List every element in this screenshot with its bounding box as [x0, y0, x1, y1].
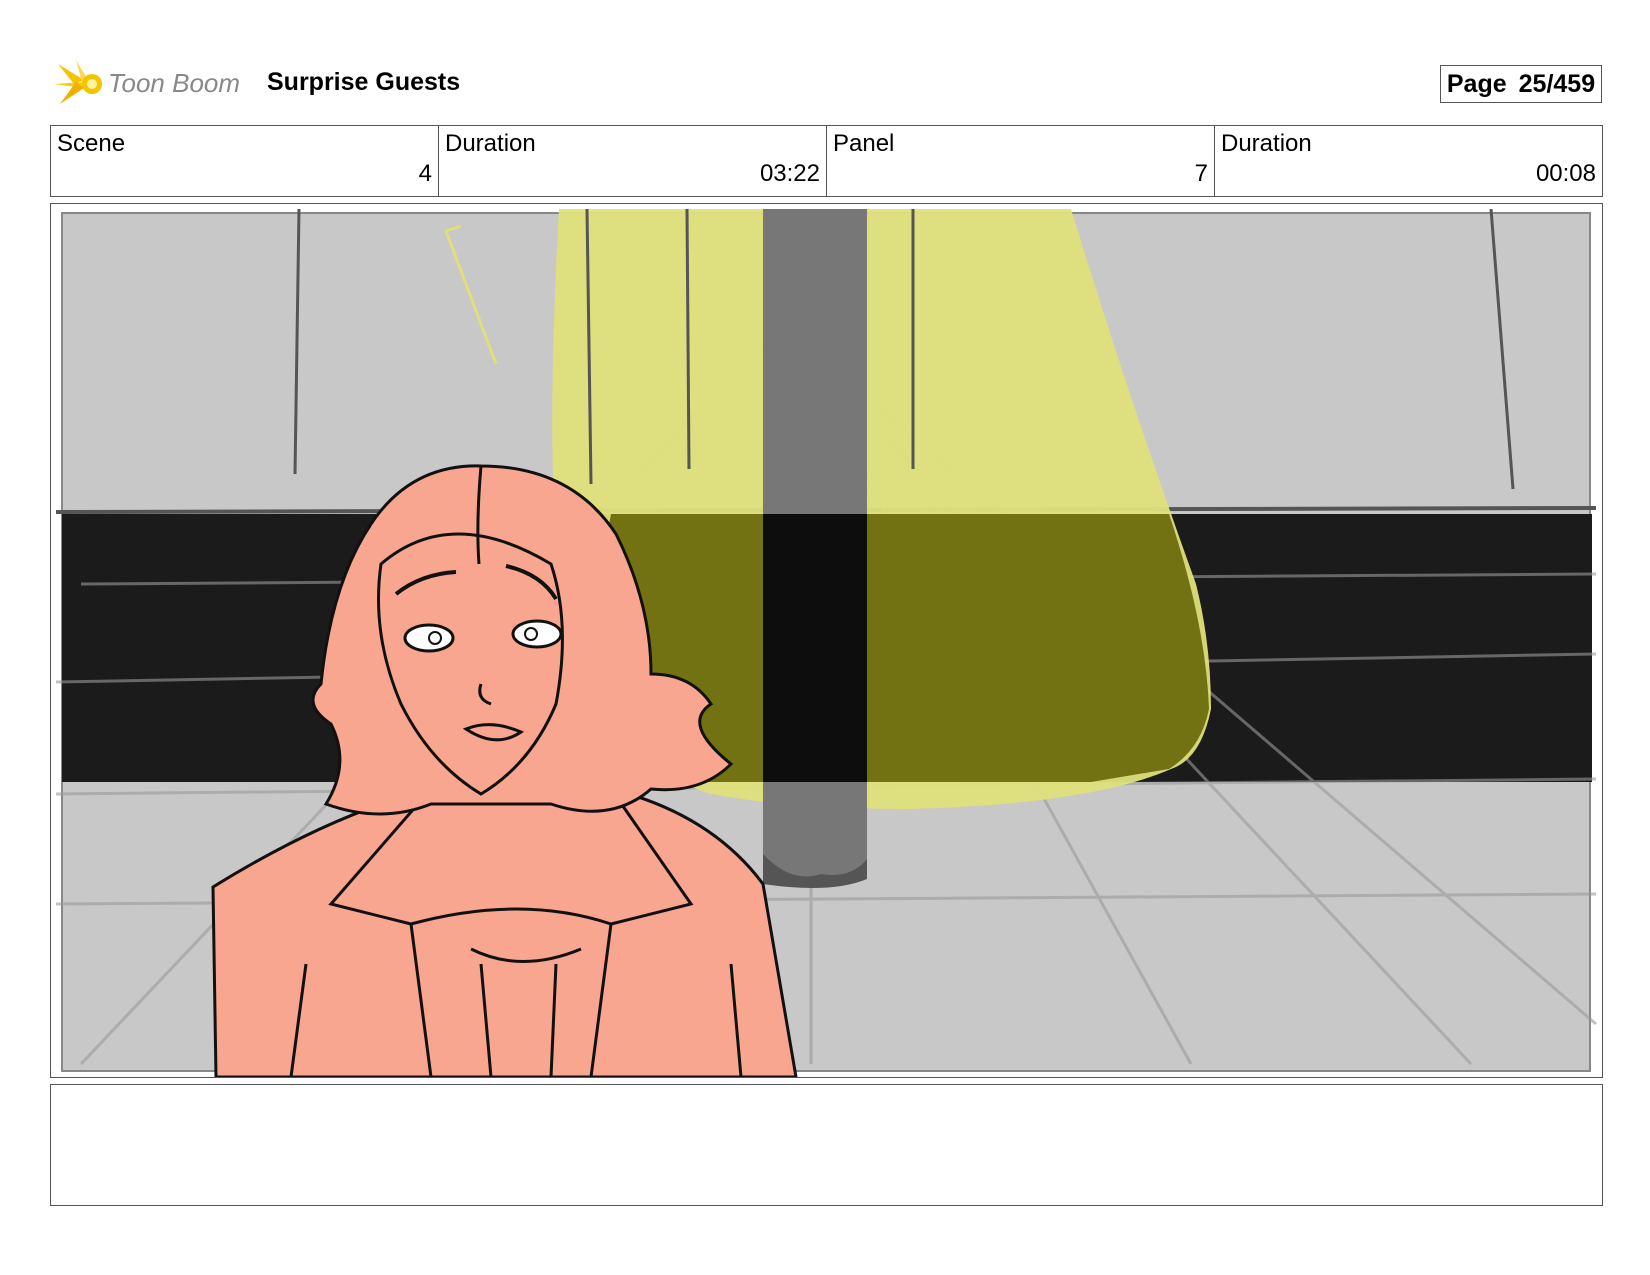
project-title: Surprise Guests: [267, 68, 461, 96]
page-indicator: Page 25/459: [1440, 65, 1602, 103]
scene-duration-cell: Duration 03:22: [439, 126, 827, 196]
scene-label: Scene: [57, 130, 126, 157]
storyboard-panel: [50, 203, 1603, 1078]
panel-drawing: [51, 204, 1602, 1077]
panel-duration-label: Duration: [1221, 130, 1312, 157]
scene-cell: Scene 4: [51, 126, 439, 196]
scene-duration-label: Duration: [445, 130, 536, 157]
panel-duration-cell: Duration 00:08: [1215, 126, 1602, 196]
logo-text: Toon Boom: [108, 68, 240, 98]
panel-duration-value: 00:08: [1535, 160, 1596, 187]
scene-value: 4: [418, 160, 432, 187]
scene-duration-value: 03:22: [759, 160, 820, 187]
panel-cell: Panel 7: [827, 126, 1215, 196]
panel-info-table: Scene 4 Duration 03:22 Panel 7 Duration …: [50, 125, 1603, 197]
page-label: Page: [1446, 69, 1507, 98]
starburst-icon: [54, 60, 102, 104]
page-number: 25/459: [1518, 69, 1596, 98]
panel-notes: [50, 1084, 1603, 1206]
toon-boom-logo: Toon Boom: [54, 58, 254, 110]
panel-label: Panel: [833, 130, 895, 157]
panel-value: 7: [1194, 160, 1208, 187]
